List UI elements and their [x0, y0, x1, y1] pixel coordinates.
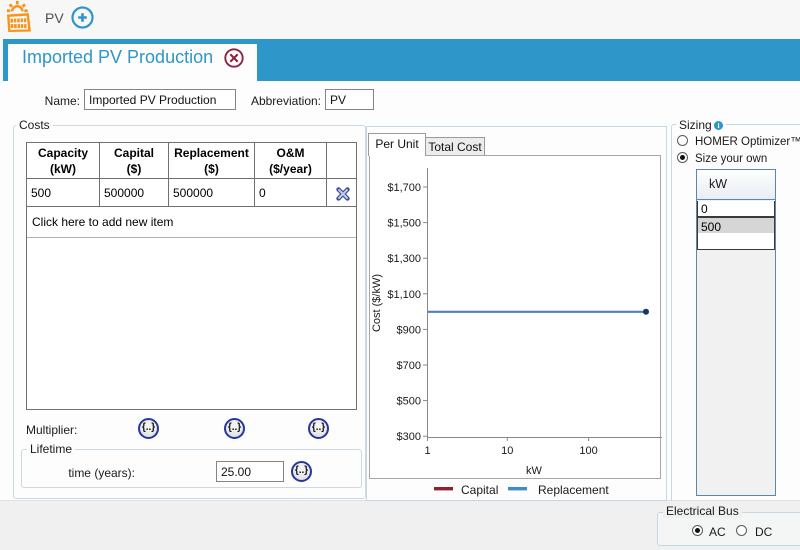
svg-text:Cost ($/kW): Cost ($/kW) — [371, 274, 383, 332]
svg-text:$1,100: $1,100 — [387, 289, 421, 301]
svg-text:$500: $500 — [397, 396, 421, 408]
svg-text:100: 100 — [579, 445, 597, 457]
svg-text:10: 10 — [501, 445, 513, 457]
svg-text:Capital: Capital — [461, 483, 498, 497]
svg-text:$700: $700 — [397, 360, 421, 372]
svg-text:$300: $300 — [397, 431, 421, 443]
svg-text:1: 1 — [424, 445, 430, 457]
svg-text:$1,500: $1,500 — [387, 218, 421, 230]
svg-text:$1,700: $1,700 — [387, 182, 421, 194]
svg-text:kW: kW — [526, 465, 543, 477]
svg-text:$900: $900 — [397, 324, 421, 336]
svg-text:$1,300: $1,300 — [387, 253, 421, 265]
svg-text:Replacement: Replacement — [538, 483, 609, 497]
